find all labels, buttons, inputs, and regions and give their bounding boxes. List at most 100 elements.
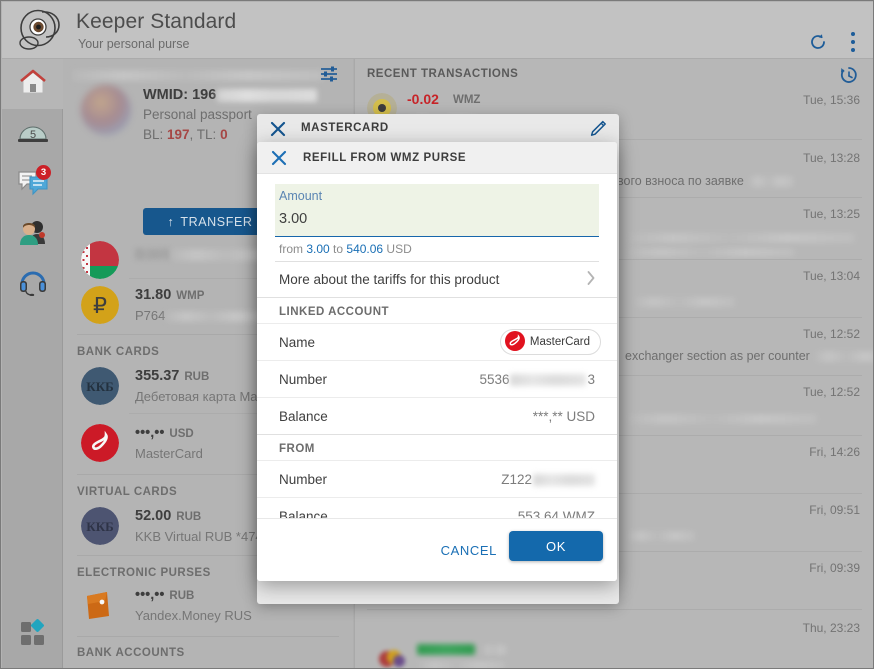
purse-number-masked: P764 bbox=[135, 308, 267, 323]
svg-text:₽: ₽ bbox=[93, 293, 107, 318]
wmid-line: WMID: 196 bbox=[143, 87, 318, 103]
row-from-number: Number Z122 bbox=[257, 460, 617, 498]
apps-grid-icon bbox=[18, 617, 48, 652]
purse-amount: 31.80 WMP bbox=[135, 287, 205, 303]
row-key: Number bbox=[279, 472, 328, 487]
pencil-edit-icon[interactable] bbox=[589, 120, 607, 138]
tx-time: Tue, 13:04 bbox=[803, 269, 860, 283]
yandex-money-wallet-icon bbox=[81, 586, 119, 624]
app-title: Keeper Standard bbox=[76, 10, 237, 33]
dialog-actions: CANCEL OK bbox=[257, 518, 617, 581]
section-caption-bank-cards: BANK CARDS bbox=[77, 346, 160, 358]
app-header: Keeper Standard Your personal purse bbox=[2, 2, 873, 59]
section-caption-electronic-purses: ELECTRONIC PURSES bbox=[77, 567, 211, 579]
refresh-icon[interactable] bbox=[809, 33, 827, 51]
mastercard-red-icon bbox=[81, 424, 119, 462]
tx-amount: -0.02 bbox=[407, 91, 439, 107]
sidebar-item-support[interactable] bbox=[2, 259, 63, 309]
tx-time: Tue, 12:52 bbox=[803, 327, 860, 341]
tariffs-link-label: More about the tariffs for this product bbox=[279, 272, 500, 287]
mastercard-red-icon bbox=[504, 330, 525, 354]
refill-dialog: REFILL FROM WMZ PURSE Amount 3.00 from 3… bbox=[257, 142, 617, 581]
sidebar-item-home[interactable] bbox=[2, 59, 63, 109]
mastercard-badge: MasterCard bbox=[499, 329, 601, 355]
app-window: Keeper Standard Your personal purse 5 3 … bbox=[0, 0, 874, 669]
row-linked-name: Name MasterCard bbox=[257, 323, 617, 361]
transfer-button-label: TRANSFER bbox=[180, 214, 253, 229]
row-linked-balance: Balance ***,** USD bbox=[257, 397, 617, 435]
home-icon bbox=[18, 68, 48, 101]
card-label: MasterCard bbox=[135, 446, 203, 461]
amount-input[interactable]: Amount 3.00 bbox=[275, 184, 599, 237]
section-caption-bank-accounts: BANK ACCOUNTS bbox=[77, 647, 185, 659]
section-linked-account: LINKED ACCOUNT bbox=[257, 297, 617, 324]
cancel-button[interactable]: CANCEL bbox=[431, 535, 507, 566]
sliders-settings-icon[interactable] bbox=[319, 64, 339, 84]
refill-dialog-header: REFILL FROM WMZ PURSE bbox=[257, 142, 617, 174]
mastercard-dialog-title: MASTERCARD bbox=[301, 122, 389, 134]
mastercard-dialog-header: MASTERCARD bbox=[257, 114, 619, 144]
purse-amount: •••,•• RUB bbox=[135, 587, 195, 603]
belarus-flag-icon bbox=[81, 241, 119, 279]
card-amount: •••,•• USD bbox=[135, 425, 194, 441]
apps-grid-button[interactable] bbox=[2, 609, 63, 659]
arrow-up-icon: ↑ bbox=[167, 214, 175, 229]
row-linked-number: Number 5536 3 bbox=[257, 360, 617, 398]
card-amount: 52.00 RUB bbox=[135, 508, 202, 524]
section-caption: FROM bbox=[279, 443, 315, 455]
bl-tl-line: BL: 197, TL: 0 bbox=[143, 127, 228, 142]
section-from: FROM bbox=[257, 434, 617, 461]
tx-time: Fri, 09:51 bbox=[809, 503, 860, 517]
tx-time: Tue, 13:25 bbox=[803, 207, 860, 221]
row-value: Z122 bbox=[501, 472, 595, 487]
support-headset-icon bbox=[17, 268, 49, 301]
sidebar-item-contacts[interactable] bbox=[2, 209, 63, 259]
app-subtitle: Your personal purse bbox=[78, 37, 190, 51]
section-caption-virtual-cards: VIRTUAL CARDS bbox=[77, 486, 178, 498]
tariffs-link-row[interactable]: More about the tariffs for this product bbox=[275, 261, 599, 297]
sidebar-item-messages[interactable]: 3 bbox=[2, 159, 63, 209]
mastercard-badge-label: MasterCard bbox=[529, 336, 590, 348]
tx-time: Tue, 12:52 bbox=[803, 385, 860, 399]
tx-time: Thu, 23:23 bbox=[802, 621, 860, 635]
avatar bbox=[81, 85, 131, 135]
svg-text:ККБ: ККБ bbox=[86, 379, 113, 394]
row-key: Number bbox=[279, 372, 328, 387]
chevron-right-icon bbox=[587, 271, 595, 285]
sidebar-item-business-level[interactable]: 5 bbox=[2, 109, 63, 159]
contacts-icon bbox=[17, 218, 49, 251]
passport-type: Personal passport bbox=[143, 107, 252, 122]
sidebar: 5 3 bbox=[2, 59, 63, 668]
amount-label: Amount bbox=[279, 189, 323, 203]
tx-time: Fri, 09:39 bbox=[809, 561, 860, 575]
card-label: KKB Virtual RUB *4740 bbox=[135, 529, 270, 544]
tx-time: Tue, 15:36 bbox=[803, 93, 860, 107]
close-x-icon[interactable] bbox=[270, 121, 286, 137]
row-value: ***,** USD bbox=[532, 409, 595, 424]
refill-dialog-title: REFILL FROM WMZ PURSE bbox=[303, 152, 467, 164]
close-x-icon[interactable] bbox=[271, 150, 287, 166]
purse-label: Yandex.Money RUS bbox=[135, 608, 252, 623]
kebab-menu-icon[interactable] bbox=[851, 32, 855, 52]
tx-time: Fri, 14:26 bbox=[809, 445, 860, 459]
card-amount: 355.37 RUB bbox=[135, 368, 210, 384]
svg-text:5: 5 bbox=[29, 129, 35, 141]
tx-desc: вого взноса по заявке bbox=[617, 174, 794, 188]
tx-icon bbox=[377, 643, 409, 668]
row-key: Name bbox=[279, 335, 316, 350]
row-key: Balance bbox=[279, 409, 328, 424]
kkb-bank-icon: ККБ bbox=[81, 507, 119, 545]
account-name-masked bbox=[73, 67, 323, 82]
ok-button[interactable]: OK bbox=[509, 531, 603, 561]
transactions-caption: RECENT TRANSACTIONS bbox=[367, 68, 519, 80]
row-value: 5536 3 bbox=[479, 372, 595, 387]
history-clock-icon[interactable] bbox=[839, 65, 859, 85]
webmoney-keeper-logo-icon bbox=[16, 8, 64, 54]
table-row[interactable]: Thu, 23:23 bbox=[355, 611, 873, 668]
amount-value: 3.00 bbox=[279, 211, 308, 227]
ruble-coin-icon: ₽ bbox=[81, 286, 119, 324]
section-caption: LINKED ACCOUNT bbox=[279, 306, 390, 318]
kkb-bank-icon: ККБ bbox=[81, 367, 119, 405]
amount-limits: from 3.00 to 540.06 USD bbox=[279, 242, 412, 256]
messages-badge: 3 bbox=[36, 165, 51, 180]
